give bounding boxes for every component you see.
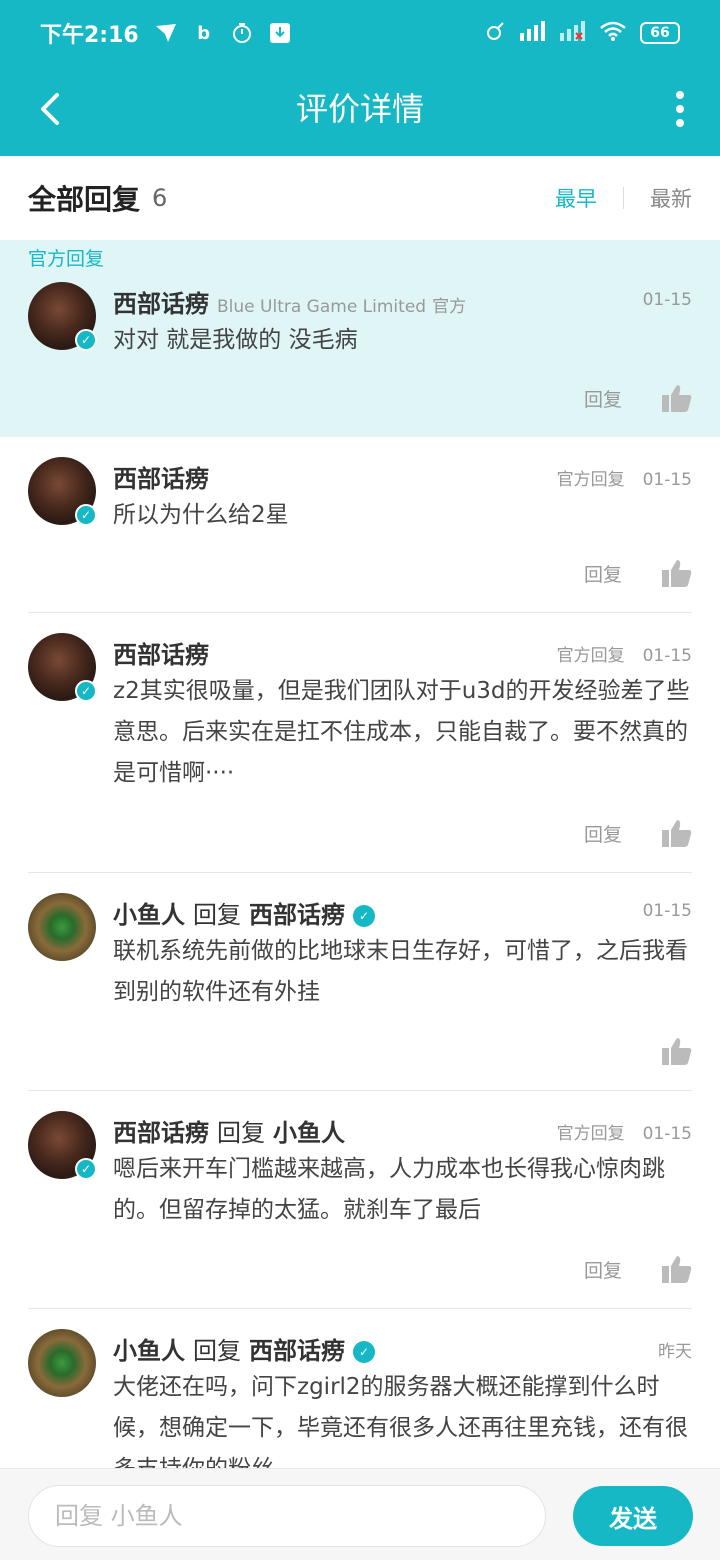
author-name: 小鱼人 回复 西部话痨 ✓: [113, 1331, 375, 1366]
verified-icon: ✓: [75, 329, 97, 351]
reply-target-name[interactable]: 西部话痨: [249, 1337, 345, 1365]
author-name-text[interactable]: 西部话痨: [113, 290, 209, 318]
author-name: 西部话痨 回复 小鱼人: [113, 1113, 345, 1148]
like-thumb-icon[interactable]: [662, 384, 692, 412]
author-name: 西部话痨 Blue Ultra Game Limited 官方: [113, 284, 466, 319]
timer-icon: [229, 20, 255, 46]
official-reply-label: 官方回复: [556, 646, 625, 666]
reply-to-word: 回复: [217, 1119, 265, 1147]
reply-date: 01-15: [642, 901, 692, 921]
b-icon: b: [197, 22, 211, 44]
more-dot-icon: [676, 91, 684, 99]
signal-icon: [520, 20, 546, 46]
reply-list: 官方回复 ✓ 西部话痨 Blue Ultra Game Limited 官方 01-…: [0, 240, 720, 1468]
reply-item: ✓ 西部话痨 官方回复 01-15 z2其实很吸量，但是我们团队对于u3d的开发经…: [0, 613, 720, 873]
reply-text: 所以为什么给2星: [113, 502, 289, 528]
app-bar: 评价详情: [0, 66, 720, 156]
reply-text: z2其实很吸量，但是我们团队对于u3d的开发经验差了些意思。后来实在是扛不住成本…: [113, 678, 690, 786]
reply-meta: 官方回复 01-15: [557, 641, 692, 666]
tab-newest[interactable]: 最新: [650, 177, 692, 219]
official-label: 官方: [432, 297, 467, 317]
status-bar: 下午2:16 b 66: [0, 0, 720, 66]
wifi-icon: [600, 21, 626, 46]
status-time: 下午2:16: [40, 23, 139, 48]
reply-text: 大佬还在吗，问下zgirl2的服务器大概还能撑到什么时候，想确定一下，毕竟还有很…: [113, 1374, 688, 1468]
reply-meta: 官方回复 01-15: [557, 465, 692, 490]
verified-icon: ✓: [75, 504, 97, 526]
reply-button[interactable]: 回复: [584, 820, 622, 847]
official-reply-label: 官方回复: [556, 1124, 625, 1144]
reply-item: ✓ 西部话痨 官方回复 01-15 所以为什么给2星 回复: [0, 437, 720, 613]
tab-earliest[interactable]: 最早: [555, 177, 597, 219]
reply-button[interactable]: 回复: [584, 1256, 622, 1283]
verified-icon: ✓: [75, 1158, 97, 1180]
reply-target-name[interactable]: 小鱼人: [273, 1119, 345, 1147]
send-button[interactable]: 发送: [573, 1486, 693, 1546]
reply-item: 小鱼人 回复 西部话痨 ✓ 昨天 大佬还在吗，问下zgirl2的服务器大概还能撑到什么…: [0, 1309, 720, 1468]
reply-to-word: 回复: [193, 901, 241, 929]
more-options-button[interactable]: [670, 84, 690, 134]
reply-date: 昨天: [658, 1342, 692, 1362]
developer-name: Blue Ultra Game Limited: [217, 297, 427, 317]
reply-item: ✓ 西部话痨 回复 小鱼人 官方回复 01-15 嗯后来开车门槛越来越高，人力成本也长…: [0, 1091, 720, 1309]
reply-actions: 回复: [584, 384, 692, 412]
reply-meta: 官方回复 01-15: [557, 1119, 692, 1144]
reply-button[interactable]: 回复: [584, 560, 622, 587]
reply-date: 01-15: [642, 470, 692, 490]
reply-text: 对对 就是我做的 没毛病: [113, 327, 358, 353]
author-name: 西部话痨: [113, 459, 209, 494]
reply-text: 嗯后来开车门槛越来越高，人力成本也长得我心惊肉跳的。但留存掉的太猛。就刹车了最后: [113, 1156, 665, 1223]
official-reply-item: 官方回复 ✓ 西部话痨 Blue Ultra Game Limited 官方 01-…: [0, 240, 720, 437]
like-thumb-icon[interactable]: [662, 1037, 692, 1065]
official-reply-label: 官方回复: [556, 470, 625, 490]
author-name: 小鱼人 回复 西部话痨 ✓: [113, 895, 375, 930]
like-thumb-icon[interactable]: [662, 819, 692, 847]
battery-icon: 66: [640, 22, 680, 44]
verified-icon: ✓: [353, 1341, 375, 1363]
author-name-text[interactable]: 小鱼人: [113, 1337, 185, 1365]
page-title: 评价详情: [295, 90, 424, 128]
all-replies-label: 全部回复: [28, 183, 141, 216]
more-dot-icon: [676, 105, 684, 113]
more-dot-icon: [676, 119, 684, 127]
avatar[interactable]: [28, 1329, 96, 1397]
tab-divider: [623, 187, 624, 209]
author-name-text[interactable]: 小鱼人: [113, 901, 185, 929]
like-thumb-icon[interactable]: [662, 1255, 692, 1283]
reply-date: 01-15: [642, 646, 692, 666]
reply-date: 01-15: [642, 290, 692, 310]
author-name-text[interactable]: 西部话痨: [113, 1119, 209, 1147]
reply-actions: 回复: [584, 559, 692, 587]
reply-text: 联机系统先前做的比地球末日生存好，可惜了，之后我看到别的软件还有外挂: [113, 938, 688, 1005]
author-name-text[interactable]: 西部话痨: [113, 465, 209, 493]
sort-tabs: 最早 最新: [555, 177, 692, 219]
reply-input-bar: 回复 小鱼人 发送: [0, 1468, 720, 1560]
verified-icon: ✓: [353, 905, 375, 927]
reply-count: 6: [152, 184, 168, 212]
reply-actions: 回复: [584, 819, 692, 847]
reply-item: 小鱼人 回复 西部话痨 ✓ 01-15 联机系统先前做的比地球末日生存好，可惜了，之后…: [0, 873, 720, 1091]
reply-actions: [662, 1037, 692, 1065]
verified-icon: ✓: [75, 680, 97, 702]
reply-input[interactable]: 回复 小鱼人: [28, 1485, 546, 1547]
feishu-icon: [153, 20, 179, 46]
author-name: 西部话痨: [113, 635, 209, 670]
reply-target-name[interactable]: 西部话痨: [249, 901, 345, 929]
reply-to-word: 回复: [193, 1337, 241, 1365]
like-thumb-icon[interactable]: [662, 559, 692, 587]
reply-button[interactable]: 回复: [584, 385, 622, 412]
author-name-text[interactable]: 西部话痨: [113, 641, 209, 669]
avatar[interactable]: [28, 893, 96, 961]
reply-actions: 回复: [584, 1255, 692, 1283]
reply-date: 01-15: [642, 1124, 692, 1144]
alarm-icon: [486, 21, 506, 46]
download-icon: [267, 20, 293, 46]
replies-header: 全部回复 6 最早 最新: [0, 156, 720, 240]
signal-no-sim-icon: [560, 20, 586, 46]
official-reply-tag: 官方回复: [28, 248, 105, 270]
